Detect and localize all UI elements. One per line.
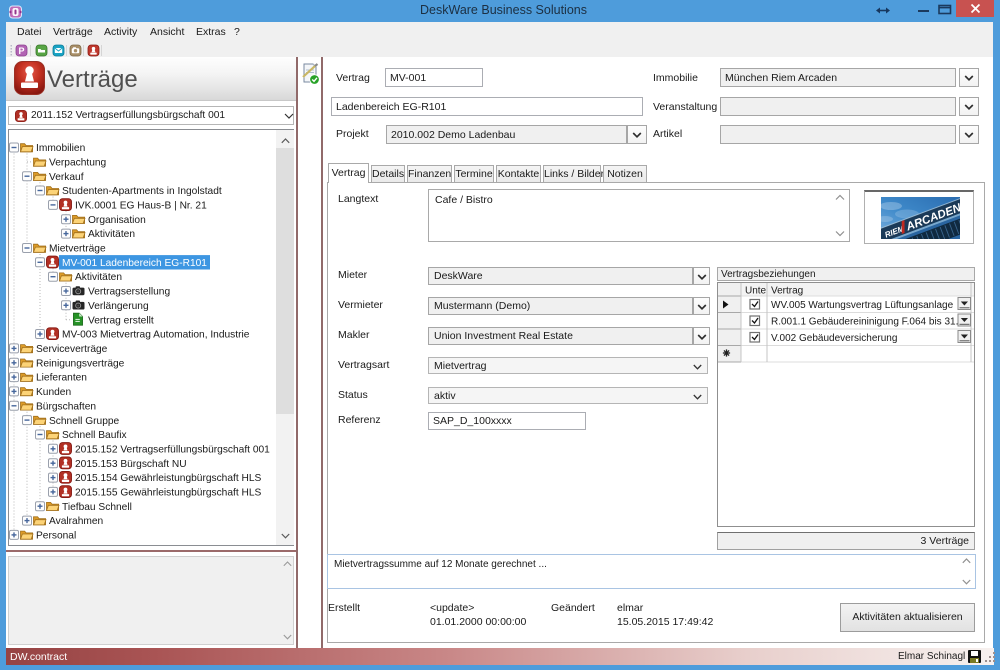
svg-text:2015.155 Gewährleistungbürgsch: 2015.155 Gewährleistungbürgschaft HLS — [75, 488, 262, 499]
svg-text:Mietverträge: Mietverträge — [49, 244, 106, 255]
svg-text:Verlängerung: Verlängerung — [88, 301, 149, 312]
svg-text:Vertragserstellung: Vertragserstellung — [88, 287, 170, 298]
svg-text:Serviceverträge: Serviceverträge — [36, 344, 108, 355]
svg-text:Vertrag: Vertrag — [771, 286, 803, 297]
svg-text:Personal: Personal — [36, 531, 76, 542]
svg-text:Reinigungsverträge: Reinigungsverträge — [36, 358, 125, 369]
svg-text:2015.152 Vertragserfüllungsbür: 2015.152 Vertragserfüllungsbürgschaft 00… — [75, 444, 270, 455]
svg-text:Schnell Gruppe: Schnell Gruppe — [49, 416, 120, 427]
svg-text:P: P — [18, 46, 24, 56]
svg-text:Verkauf: Verkauf — [49, 172, 84, 183]
svg-text:Verpachtung: Verpachtung — [49, 158, 107, 169]
svg-text:Organisation: Organisation — [88, 215, 146, 226]
svg-text:2015.154 Gewährleistungbürgsch: 2015.154 Gewährleistungbürgschaft HLS — [75, 473, 262, 484]
svg-text:MV-003 Mietvertrag Automation,: MV-003 Mietvertrag Automation, Industrie — [62, 330, 250, 341]
svg-text:Tiefbau Schnell: Tiefbau Schnell — [62, 502, 132, 513]
svg-text:Aktivitäten: Aktivitäten — [75, 272, 122, 283]
svg-text:Vertrag erstellt: Vertrag erstellt — [88, 315, 154, 326]
svg-text:IVK.0001 EG Haus-B | Nr. 21: IVK.0001 EG Haus-B | Nr. 21 — [75, 201, 207, 212]
svg-text:Studenten-Apartments in Ingols: Studenten-Apartments in Ingolstadt — [62, 186, 222, 197]
svg-text:Lieferanten: Lieferanten — [36, 373, 87, 384]
svg-text:Aktivitäten: Aktivitäten — [88, 229, 135, 240]
svg-text:V.002 Gebäudeversicherung: V.002 Gebäudeversicherung — [771, 333, 897, 344]
svg-text:Avalrahmen: Avalrahmen — [49, 516, 103, 527]
svg-text:R.001.1 Gebäudereininigung F.0: R.001.1 Gebäudereininigung F.064 bis 31. — [771, 316, 958, 327]
svg-text:2015.153 Bürgschaft NU: 2015.153 Bürgschaft NU — [75, 459, 187, 470]
svg-text:Kunden: Kunden — [36, 387, 71, 398]
svg-text:Immobilien: Immobilien — [36, 143, 85, 154]
svg-text:Unte: Unte — [745, 286, 767, 297]
svg-text:Bürgschaften: Bürgschaften — [36, 401, 96, 412]
svg-text:MV-001 Ladenbereich EG-R101: MV-001 Ladenbereich EG-R101 — [62, 258, 207, 269]
svg-text:Schnell Baufix: Schnell Baufix — [62, 430, 127, 441]
svg-text:WV.005 Wartungsvertrag Lüftung: WV.005 Wartungsvertrag Lüftungsanlage — [771, 300, 954, 311]
